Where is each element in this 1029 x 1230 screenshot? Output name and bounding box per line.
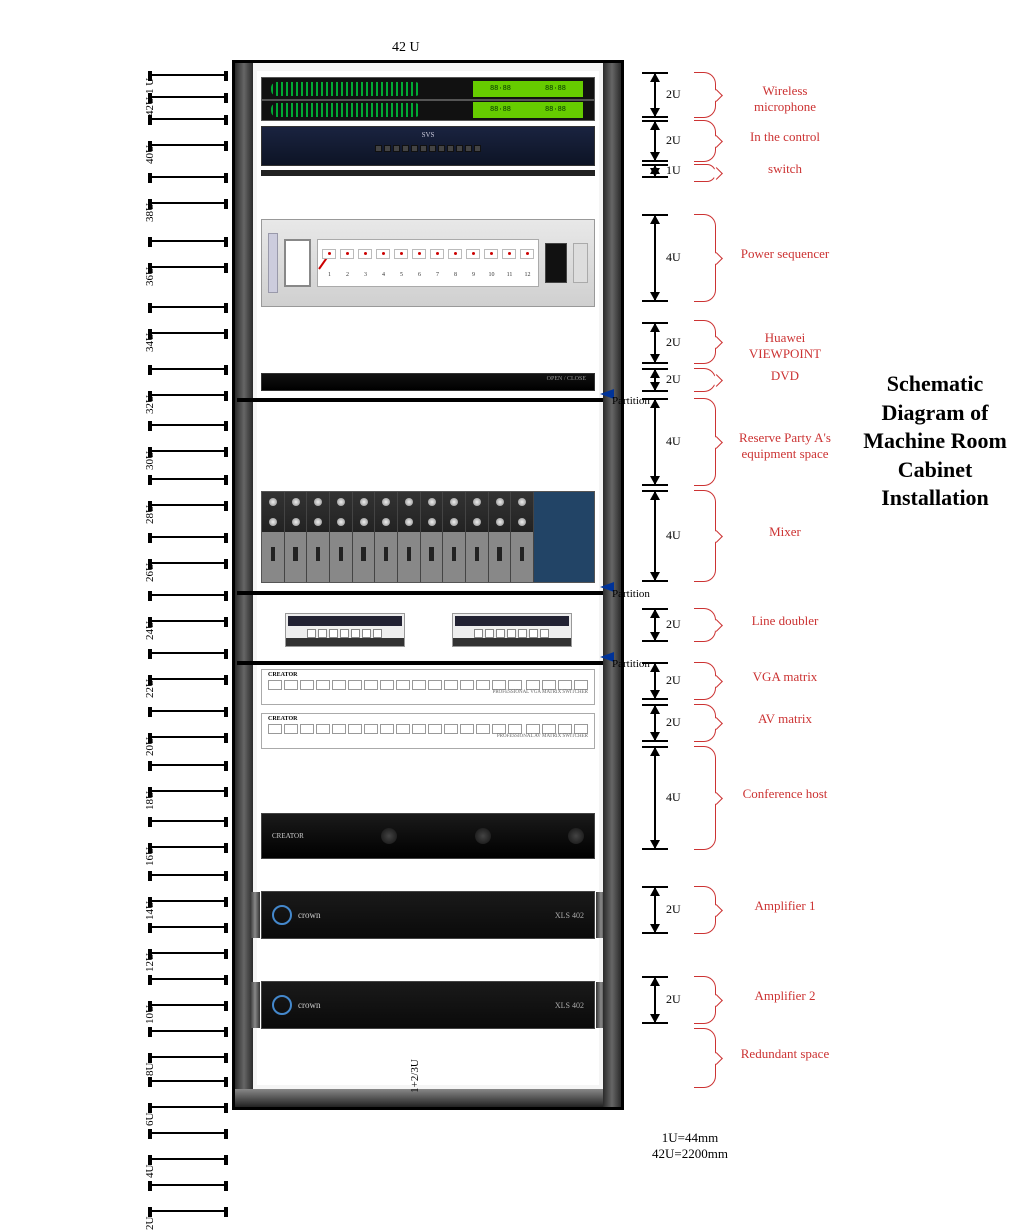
equipment-label: Redundant space [730,1046,840,1062]
left-u-scale: 1 U42U40U38U36U34U32U30U28U26U24U22U20U1… [148,62,228,1110]
equipment-label: Wireless microphone [730,83,840,115]
partition-shelf [237,661,619,665]
equipment-label: AV matrix [730,711,840,727]
diagram-title: Schematic Diagram of Machine Room Cabine… [860,370,1010,513]
equipment-label: Huawei VIEWPOINT [730,330,840,362]
equipment-label: Amplifier 2 [730,988,840,1004]
rack-size-label: 42 U [392,40,420,56]
crown-logo-icon [272,905,292,925]
control-unit: SVS [261,126,595,166]
equipment-label: VGA matrix [730,669,840,685]
equipment-label: Amplifier 1 [730,898,840,914]
equipment-label: Mixer [730,524,840,540]
amplifier-1-unit: crown XLS 402 [261,891,595,939]
equipment-label: switch [730,161,840,177]
bottom-fraction-label: 1+2/3U [409,1059,421,1093]
conference-host-unit: CREATOR [261,813,595,859]
partition-shelf [237,591,619,595]
equipment-label: DVD [730,368,840,384]
partition-label: Partition [612,588,650,600]
mixer-unit [261,491,595,583]
cabinet-interior: 88·8888·88 88·8888·88 SVS 123456789101 [257,71,599,1085]
dimension-column: 2U2U1U4U2U2U4U4U2U2U2U4U2U2UPartitionPar… [628,62,692,1110]
power-sequencer-unit: 123456789101112 [261,219,595,307]
analog-meter-icon [284,239,311,287]
unit-conversion-note: 1U=44mm 42U=2200mm [630,1130,750,1162]
av-matrix-unit: CREATOR PROFESSIONAL AV MATRIX SWITCHER [261,713,595,749]
switch-unit [261,170,595,176]
equipment-label: In the control [730,129,840,145]
equipment-label: Power sequencer [730,246,840,262]
amplifier-2-unit: crown XLS 402 [261,981,595,1029]
digital-display [545,243,567,283]
line-doubler-units [261,613,595,647]
brace-column [694,62,724,1110]
cabinet: 88·8888·88 88·8888·88 SVS 123456789101 [232,60,624,1110]
equipment-label: Reserve Party A's equipment space [730,430,840,462]
crown-logo-icon [272,995,292,1015]
equipment-label: Conference host [730,786,840,802]
equipment-label: Line doubler [730,613,840,629]
wireless-microphone-unit: 88·8888·88 88·8888·88 [261,77,595,121]
vga-matrix-unit: CREATOR PROFESSIONAL VGA MATRIX SWITCHER [261,669,595,705]
dvd-unit: OPEN / CLOSE [261,373,595,391]
partition-label: Partition [612,395,650,407]
partition-shelf [237,398,619,402]
partition-label: Partition [612,658,650,670]
control-ports [262,145,594,152]
